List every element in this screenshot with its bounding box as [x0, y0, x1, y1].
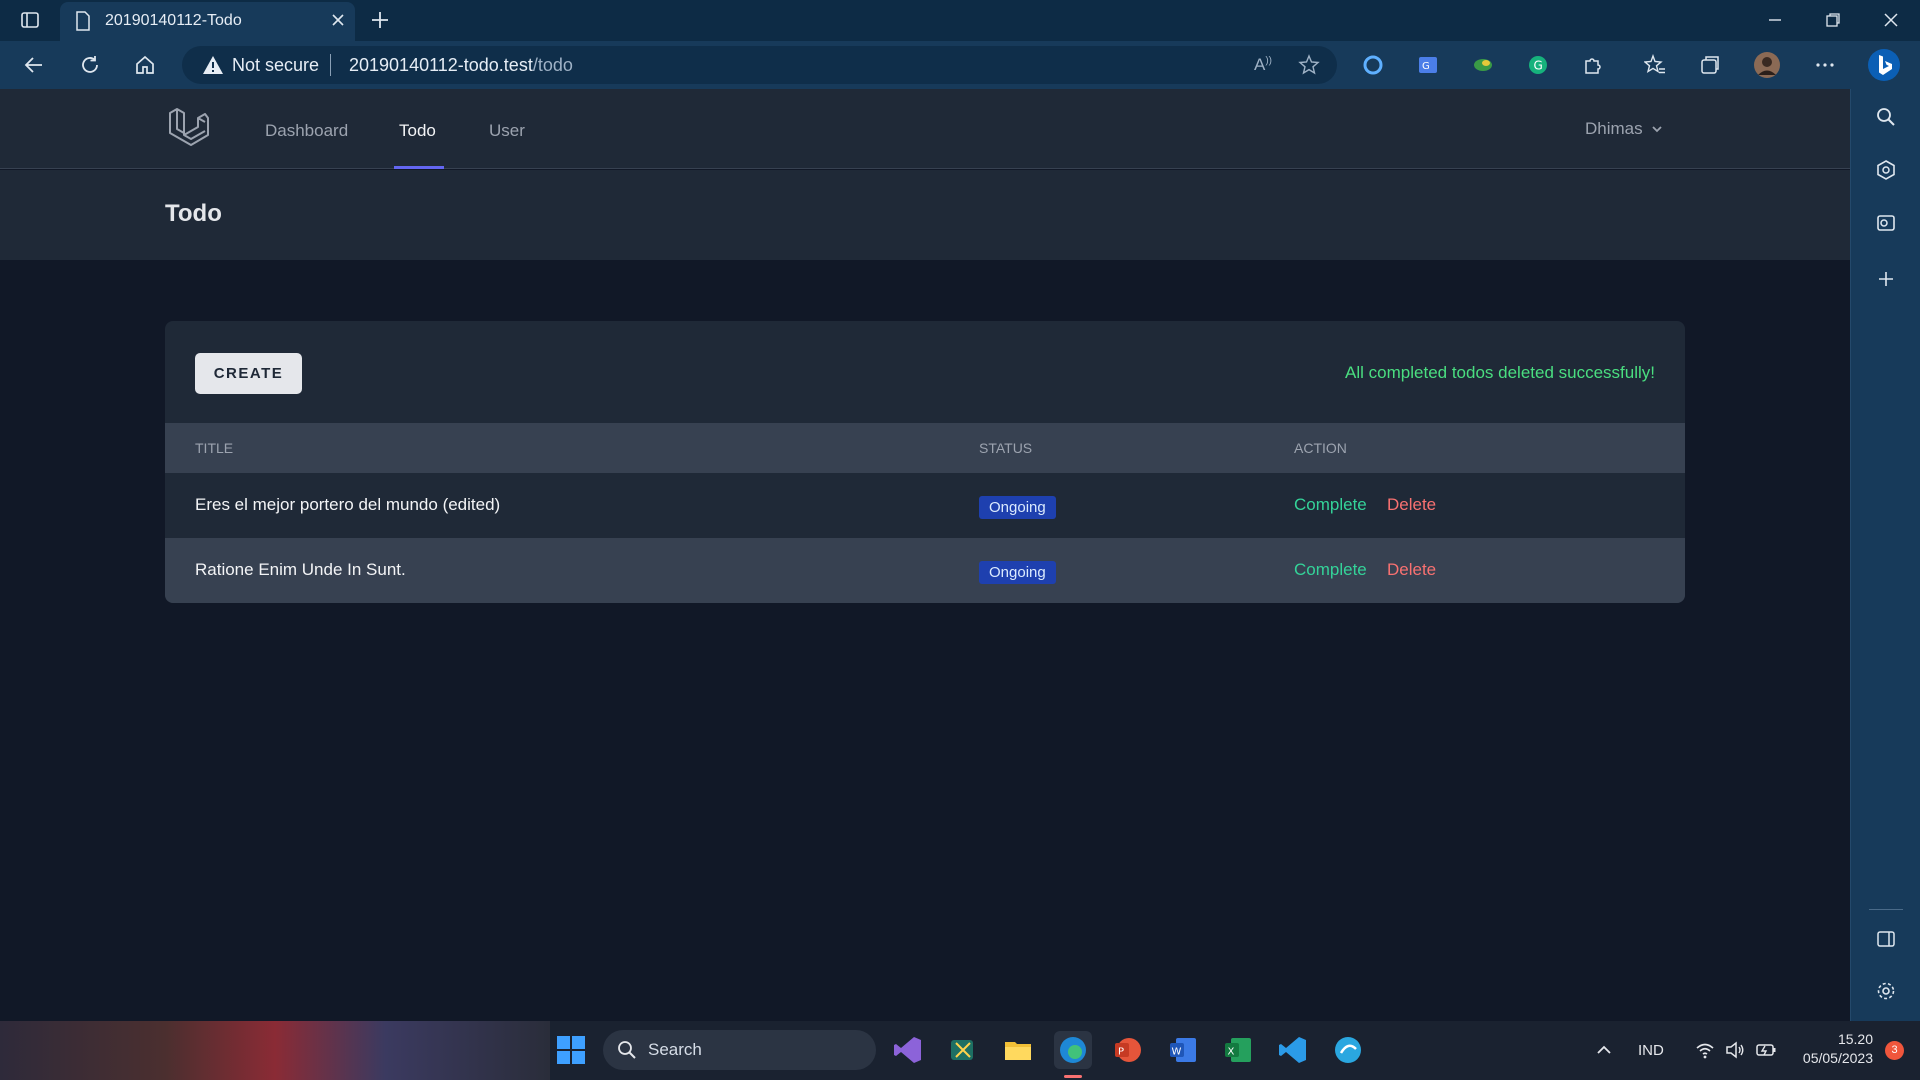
home-icon[interactable] [127, 47, 163, 83]
add-sidebar-app-icon[interactable] [1868, 261, 1904, 297]
chevron-down-icon[interactable] [1651, 123, 1663, 135]
create-button[interactable]: CREATE [195, 353, 302, 394]
search-icon[interactable] [1868, 99, 1904, 135]
tab-actions-icon[interactable] [12, 2, 48, 38]
snipping-tool-icon[interactable] [944, 1031, 982, 1069]
nav-link-user[interactable]: User [489, 121, 525, 141]
excel-icon[interactable]: X [1219, 1031, 1257, 1069]
app-navbar: Dashboard Todo User Dhimas [0, 89, 1850, 169]
address-bar[interactable]: Not secure 20190140112-todo.test/todo A)… [182, 46, 1337, 84]
wifi-icon[interactable] [1695, 1041, 1715, 1059]
notification-badge[interactable]: 3 [1885, 1041, 1904, 1060]
active-app-indicator [1064, 1075, 1082, 1078]
user-menu-dropdown[interactable]: Dhimas [1585, 119, 1663, 139]
word-icon[interactable]: W [1164, 1031, 1202, 1069]
shopping-icon[interactable] [1868, 152, 1904, 188]
url-host[interactable]: 20190140112-todo.test [349, 55, 533, 75]
complete-button[interactable]: Complete [1294, 560, 1367, 580]
todo-title: Eres el mejor portero del mundo (edited) [195, 495, 501, 514]
settings-gear-icon[interactable] [1868, 973, 1904, 1009]
restore-icon[interactable] [1815, 2, 1851, 38]
outlook-icon[interactable] [1868, 205, 1904, 241]
edge-browser-icon[interactable] [1054, 1031, 1092, 1069]
browser-toolbar: Not secure 20190140112-todo.test/todo A)… [0, 41, 1920, 89]
edge-dev-icon[interactable] [1329, 1031, 1367, 1069]
svg-text:P: P [1118, 1047, 1124, 1058]
bing-chat-icon[interactable] [1864, 45, 1904, 85]
browser-tab-active[interactable]: 20190140112-Todo [60, 2, 355, 41]
page-icon [75, 11, 91, 31]
tab-title: 20190140112-Todo [105, 12, 242, 29]
table-row: Eres el mejor portero del mundo (edited)… [165, 473, 1685, 538]
system-tray: IND 15.20 05/05/2023 3 [1583, 1021, 1920, 1080]
windows-start-icon[interactable] [552, 1031, 590, 1069]
clock[interactable]: 15.20 05/05/2023 [1793, 1030, 1873, 1068]
laravel-logo[interactable] [167, 107, 209, 151]
table-row: Ratione Enim Unde In Sunt. Ongoing Compl… [165, 538, 1685, 603]
complete-button[interactable]: Complete [1294, 495, 1367, 515]
status-badge: Ongoing [979, 561, 1056, 584]
nav-link-todo[interactable]: Todo [399, 121, 436, 141]
collections-icon[interactable] [1692, 47, 1728, 83]
browser-tab-bar: 20190140112-Todo [0, 0, 1920, 41]
column-header-title: TITLE [195, 440, 234, 456]
delete-button[interactable]: Delete [1387, 495, 1436, 515]
svg-text:G: G [1534, 59, 1543, 73]
status-badge: Ongoing [979, 496, 1056, 519]
battery-icon[interactable] [1755, 1041, 1777, 1059]
profile-avatar[interactable] [1749, 47, 1785, 83]
column-header-status: STATUS [979, 440, 1033, 456]
close-tab-icon[interactable] [330, 12, 346, 28]
add-favorite-icon[interactable] [1298, 54, 1320, 76]
vscode-icon[interactable] [1274, 1031, 1312, 1069]
warning-icon[interactable] [202, 55, 224, 75]
powerpoint-icon[interactable]: P [1109, 1031, 1147, 1069]
sidebar-divider [1869, 909, 1903, 910]
flash-message: All completed todos deleted successfully… [1345, 363, 1655, 382]
delete-button[interactable]: Delete [1387, 560, 1436, 580]
volume-icon[interactable] [1725, 1041, 1745, 1059]
chevron-up-icon[interactable] [1596, 1042, 1612, 1058]
nav-active-indicator [394, 166, 444, 169]
visual-studio-icon[interactable] [889, 1031, 927, 1069]
clock-date: 05/05/2023 [1802, 1050, 1873, 1066]
nav-link-dashboard[interactable]: Dashboard [265, 121, 348, 141]
page-title: Todo [165, 200, 222, 227]
grammarly-icon[interactable]: G [1520, 47, 1556, 83]
extensions-puzzle-icon[interactable] [1575, 47, 1611, 83]
clock-time: 15.20 [1837, 1031, 1873, 1047]
wallpaper-image [0, 1021, 550, 1080]
new-tab-icon[interactable] [362, 2, 398, 38]
svg-text:G: G [1422, 61, 1430, 72]
hide-sidebar-icon[interactable] [1868, 921, 1904, 957]
more-options-icon[interactable] [1807, 47, 1843, 83]
refresh-icon[interactable] [72, 47, 108, 83]
globe-extension-icon[interactable] [1465, 47, 1501, 83]
table-header: TITLE STATUS ACTION [165, 423, 1685, 473]
todo-title: Ratione Enim Unde In Sunt. [195, 560, 406, 579]
close-window-icon[interactable] [1873, 2, 1909, 38]
search-icon [617, 1040, 637, 1060]
taskbar-search[interactable]: Search [603, 1030, 876, 1070]
svg-text:W: W [1172, 1047, 1182, 1058]
translate-extension-icon[interactable]: G [1410, 47, 1446, 83]
edge-sidebar [1850, 89, 1920, 1021]
url-divider [330, 54, 331, 76]
back-arrow-icon[interactable] [16, 47, 52, 83]
security-label[interactable]: Not secure [232, 55, 319, 76]
minimize-icon[interactable] [1757, 2, 1793, 38]
windows-taskbar: Search P W X IND 15.20 05/05/2023 3 [0, 1021, 1920, 1080]
language-indicator[interactable]: IND [1638, 1042, 1664, 1059]
url-path[interactable]: /todo [533, 55, 573, 75]
svg-text:X: X [1228, 1047, 1235, 1058]
page-header: Todo [0, 170, 1850, 260]
file-explorer-icon[interactable] [999, 1031, 1037, 1069]
user-name[interactable]: Dhimas [1585, 119, 1643, 139]
favorites-icon[interactable] [1637, 47, 1673, 83]
todo-card: CREATE All completed todos deleted succe… [165, 321, 1685, 603]
taskbar-search-label: Search [648, 1040, 702, 1059]
column-header-action: ACTION [1294, 440, 1347, 456]
extension-refresh-icon[interactable] [1355, 47, 1391, 83]
read-aloud-icon[interactable]: A)) [1254, 55, 1272, 75]
